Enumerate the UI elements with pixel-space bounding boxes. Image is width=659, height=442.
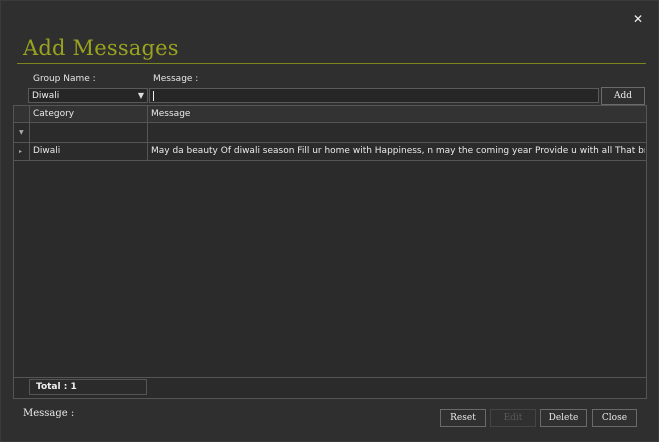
group-name-select[interactable]: Diwali ▼ (28, 88, 148, 103)
close-button[interactable]: Close (592, 409, 637, 427)
row-arrow-icon: ▸ (19, 148, 23, 155)
title-divider (17, 63, 646, 64)
column-header-message[interactable]: Message (147, 106, 645, 123)
edit-button[interactable]: Edit (490, 409, 536, 427)
message-label: Message : (153, 74, 199, 84)
table-row-message[interactable]: May da beauty Of diwali season Fill ur h… (147, 143, 645, 160)
grid-footer-divider (13, 377, 647, 378)
row-divider (14, 160, 646, 161)
add-button[interactable]: Add (601, 87, 645, 105)
close-button-label: Close (601, 413, 628, 423)
status-message-label: Message : (23, 408, 75, 419)
delete-button[interactable]: Delete (540, 409, 587, 427)
reset-button-label: Reset (450, 413, 476, 423)
text-cursor (153, 91, 154, 101)
messages-grid: Category Message ▼ ▸ Diwali May da beaut… (13, 105, 647, 399)
add-messages-window: ✕ Add Messages Group Name : Message : Di… (0, 0, 659, 442)
add-button-label: Add (613, 91, 633, 101)
table-row-category[interactable]: Diwali (29, 143, 147, 160)
filter-icon[interactable]: ▼ (19, 124, 24, 141)
chevron-down-icon[interactable]: ▼ (138, 90, 144, 102)
page-title: Add Messages (23, 36, 179, 60)
total-count: Total : 1 (29, 379, 147, 395)
close-icon[interactable]: ✕ (631, 12, 645, 26)
edit-button-label: Edit (503, 413, 523, 423)
group-name-label: Group Name : (33, 74, 96, 84)
column-header-category[interactable]: Category (29, 106, 147, 123)
message-input[interactable] (149, 88, 599, 103)
group-name-value: Diwali (32, 91, 60, 101)
reset-button[interactable]: Reset (440, 409, 486, 427)
delete-button-label: Delete (548, 413, 579, 423)
